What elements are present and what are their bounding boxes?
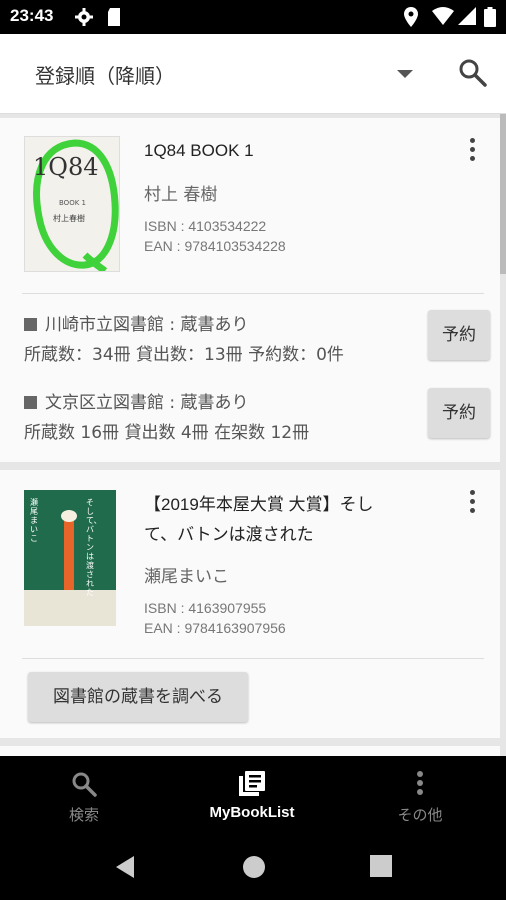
nav-label-other: その他 xyxy=(397,807,443,824)
sort-order-dropdown[interactable]: 登録順（降順） xyxy=(35,60,175,89)
search-icon[interactable] xyxy=(456,56,490,90)
book-list[interactable]: 1Q84 BOOK 1 村上春樹 1Q84 BOOK 1 村上 春樹 ISBN … xyxy=(0,114,506,756)
status-bar: 23:43 xyxy=(0,0,506,34)
reserve-button[interactable]: 予約 xyxy=(428,310,490,360)
nav-label-mybooklist: MyBookList xyxy=(209,804,295,821)
battery-icon xyxy=(484,7,496,27)
book-title-line-2: て、バトンは渡された xyxy=(144,525,314,544)
book-card[interactable]: 1Q84 BOOK 1 村上春樹 1Q84 BOOK 1 村上 春樹 ISBN … xyxy=(0,118,500,462)
nav-item-other[interactable]: その他 xyxy=(336,756,504,834)
chevron-down-icon[interactable] xyxy=(397,70,413,78)
nav-item-search[interactable]: 検索 xyxy=(0,756,168,834)
book-cover-image[interactable]: そして、バトンは渡された 瀬尾まいこ xyxy=(24,490,116,626)
book-ean: EAN : 9784103534228 xyxy=(144,238,286,254)
scrollbar[interactable] xyxy=(500,114,506,274)
home-icon[interactable] xyxy=(242,855,266,879)
library-name: 文京区立図書館 : 蔵書あり xyxy=(24,388,249,413)
library-marker-icon xyxy=(24,396,37,409)
cover-title: 1Q84 xyxy=(33,153,99,181)
book-cover-image[interactable]: 1Q84 BOOK 1 村上春樹 xyxy=(24,136,120,272)
divider xyxy=(22,658,484,659)
wifi-icon xyxy=(432,7,454,25)
more-vert-icon[interactable] xyxy=(464,488,480,516)
book-card[interactable]: そして、バトンは渡された 瀬尾まいこ 【2019年本屋大賞 大賞】そし て、バト… xyxy=(0,470,500,738)
nav-label-search: 検索 xyxy=(68,807,99,824)
cover-figure xyxy=(61,510,77,522)
more-vert-icon[interactable] xyxy=(464,136,480,164)
library-name: 川崎市立図書館 : 蔵書あり xyxy=(24,310,249,335)
book-title-line-1: 【2019年本屋大賞 大賞】そし xyxy=(144,495,374,514)
book-title: 1Q84 BOOK 1 xyxy=(144,141,254,160)
bottom-navigation: 検索 MyBookList その他 xyxy=(0,756,506,834)
app-toolbar: 登録順（降順） xyxy=(0,34,506,114)
sd-card-icon xyxy=(108,8,120,26)
cover-band xyxy=(24,590,116,626)
book-ean: EAN : 9784163907956 xyxy=(144,620,286,636)
list-icon xyxy=(239,771,265,796)
book-author: 村上 春樹 xyxy=(144,185,218,205)
settings-icon xyxy=(75,8,93,26)
library-stats: 所蔵数 16冊 貸出数 4冊 在架数 12冊 xyxy=(24,423,310,443)
search-icon xyxy=(72,772,97,797)
back-icon[interactable] xyxy=(114,855,136,879)
more-vert-icon xyxy=(417,771,423,795)
signal-icon xyxy=(458,7,476,25)
cover-side-title: そして、バトンは渡された xyxy=(86,498,102,597)
system-navigation-bar xyxy=(0,834,506,900)
book-isbn: ISBN : 4103534222 xyxy=(144,218,267,234)
divider xyxy=(22,293,484,294)
location-icon xyxy=(404,7,418,27)
book-card[interactable] xyxy=(0,746,500,756)
status-time: 23:43 xyxy=(10,6,54,25)
book-isbn: ISBN : 4163907955 xyxy=(144,600,267,616)
reserve-button[interactable]: 予約 xyxy=(428,388,490,438)
recents-icon[interactable] xyxy=(370,855,392,877)
check-library-holdings-button[interactable]: 図書館の蔵書を調べる xyxy=(28,672,248,722)
library-marker-icon xyxy=(24,318,37,331)
book-author: 瀬尾まいこ xyxy=(144,567,229,587)
cover-author: 瀬尾まいこ xyxy=(30,498,38,543)
nav-item-mybooklist[interactable]: MyBookList xyxy=(168,756,336,834)
cover-author: 村上春樹 xyxy=(53,214,85,223)
library-stats: 所蔵数：34冊 貸出数：13冊 予約数：0件 xyxy=(24,345,344,365)
cover-baton-bar xyxy=(64,520,74,590)
cover-subtitle: BOOK 1 xyxy=(59,199,86,207)
